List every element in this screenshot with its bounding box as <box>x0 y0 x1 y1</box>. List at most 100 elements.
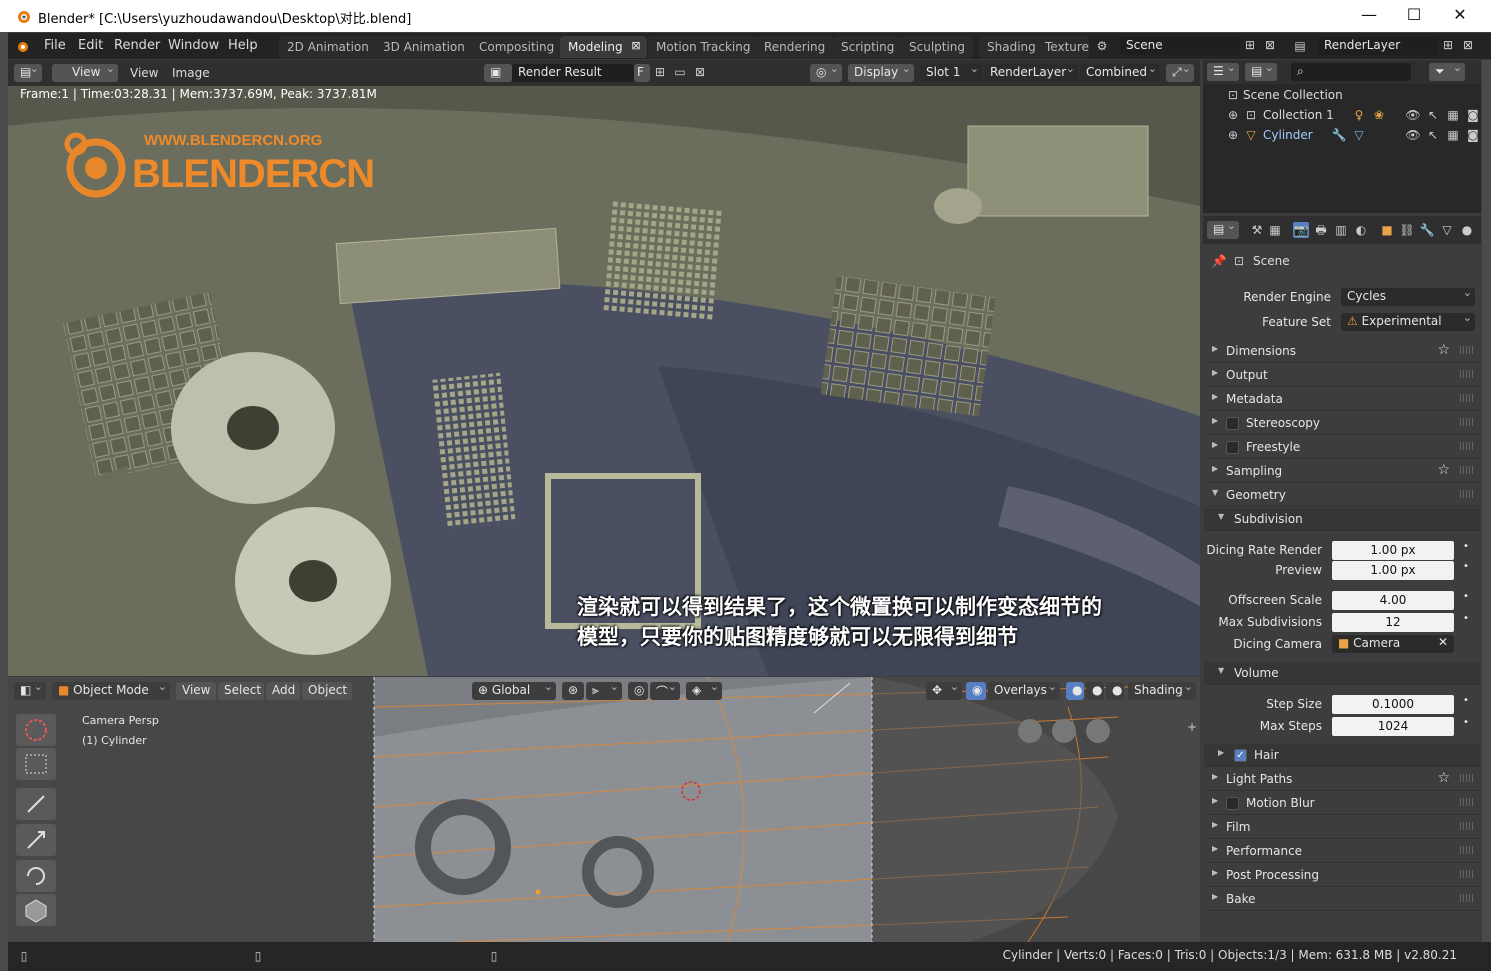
drag-handle-icon[interactable] <box>1460 798 1474 806</box>
view-layer-icon[interactable]: ▤ <box>1292 38 1308 54</box>
tab-3d-animation[interactable]: 3D Animation <box>375 36 473 58</box>
tool-tab-icon[interactable]: ⚒ <box>1249 222 1265 238</box>
render-result-field[interactable]: Render Result <box>512 64 634 82</box>
preset-star-icon[interactable]: ☆ <box>1437 342 1450 358</box>
panel-post-processing[interactable]: ▶ Post Processing <box>1204 864 1480 887</box>
menu-window[interactable]: Window <box>168 38 219 53</box>
viewport-menu-object[interactable]: Object <box>302 682 352 700</box>
drag-handle-icon[interactable] <box>1460 774 1474 782</box>
selectable-icon[interactable]: ↖ <box>1425 107 1441 123</box>
render-disable-icon-2[interactable]: ◙ <box>1465 127 1481 143</box>
selectable-icon-2[interactable]: ↖ <box>1425 127 1441 143</box>
menu-help[interactable]: Help <box>228 38 258 53</box>
slot-dropdown[interactable]: Slot 1 <box>920 64 982 82</box>
minimize-button[interactable]: — <box>1346 4 1392 28</box>
menu-view[interactable]: View <box>130 66 158 80</box>
outliner-type-button[interactable]: ☰ <box>1207 63 1239 81</box>
tab-compositing[interactable]: Compositing <box>471 36 563 58</box>
tab-rendering[interactable]: Rendering <box>756 36 834 58</box>
viewport-menu-view[interactable]: View <box>176 682 216 700</box>
max-steps-field[interactable]: 1024 <box>1332 717 1454 736</box>
select-circle-tool[interactable] <box>16 714 56 746</box>
constraints-tab-icon[interactable]: ⛓ <box>1399 222 1415 238</box>
drag-handle-icon[interactable] <box>1460 442 1474 450</box>
pivot-icon[interactable]: ⊛ <box>562 682 584 700</box>
object-tab-icon[interactable]: ■ <box>1379 222 1395 238</box>
editor-type-3d-button[interactable]: ◧ <box>14 682 46 700</box>
falloff-icon[interactable]: ⌒ <box>650 682 680 700</box>
sidebar-toggle-icon[interactable]: + <box>1184 719 1200 735</box>
move-tool[interactable] <box>16 788 56 820</box>
outliner-collection-1[interactable]: Collection 1 <box>1263 108 1334 122</box>
transform-orientation-dropdown[interactable]: ⊕ Global <box>472 682 556 700</box>
data-tab-icon[interactable]: ▽ <box>1439 222 1455 238</box>
subpanel-volume[interactable]: ▼ Volume <box>1204 662 1480 685</box>
overlays-dropdown[interactable]: Overlays <box>988 682 1060 700</box>
proportional-edit-icon[interactable]: ◎ <box>628 682 648 700</box>
3d-viewport[interactable]: ◧ ■ Object Mode View Select Add Object ⊕… <box>8 677 1200 942</box>
panel-film[interactable]: ▶ Film <box>1204 816 1480 839</box>
material-tab-icon[interactable]: ● <box>1459 222 1475 238</box>
view-menu-button[interactable]: View <box>52 64 118 82</box>
close-tab-icon[interactable]: ⊠ <box>631 39 640 52</box>
rendered-shading-icon[interactable]: ● <box>1106 682 1124 700</box>
tab-modeling[interactable]: Modeling ⊠ <box>560 36 647 58</box>
display-channels-button[interactable]: ⤢ <box>1166 64 1194 82</box>
keyframe-dot-icon[interactable]: • <box>1463 695 1469 706</box>
max-subdivisions-field[interactable]: 12 <box>1332 613 1454 632</box>
dicing-camera-field[interactable]: ■ Camera ✕ <box>1332 635 1454 653</box>
delete-layer-icon[interactable]: ⊠ <box>1460 37 1476 53</box>
shading-dropdown[interactable]: Shading <box>1128 682 1196 700</box>
preset-star-icon[interactable]: ☆ <box>1437 770 1450 786</box>
drag-handle-icon[interactable] <box>1460 394 1474 402</box>
drag-handle-icon[interactable] <box>1460 418 1474 426</box>
panel-freestyle[interactable]: ▶ Freestyle <box>1204 436 1480 459</box>
render-image[interactable]: Frame:1 | Time:03:28.31 | Mem:3737.69M, … <box>8 86 1200 676</box>
drag-handle-icon[interactable] <box>1460 370 1474 378</box>
panel-light-paths[interactable]: ▶ Light Paths ☆ <box>1204 768 1480 791</box>
tab-texture[interactable]: Texture <box>1037 36 1089 58</box>
step-size-field[interactable]: 0.1000 <box>1332 695 1454 714</box>
drag-handle-icon[interactable] <box>1460 346 1474 354</box>
keyframe-dot-icon[interactable]: • <box>1463 561 1469 572</box>
menu-image[interactable]: Image <box>172 66 210 80</box>
expand-cylinder-icon[interactable]: ⊕ <box>1225 127 1241 143</box>
subpanel-hair[interactable]: ▶ ✓ Hair <box>1204 744 1480 767</box>
object-visibility-icon[interactable]: ◈ <box>686 682 722 700</box>
keyframe-dot-icon[interactable]: • <box>1463 717 1469 728</box>
fake-user-button[interactable]: F <box>634 64 650 82</box>
filter-button[interactable]: ⏷ <box>1429 63 1465 81</box>
view-layer-field[interactable]: RenderLayer <box>1318 37 1438 55</box>
dicing-rate-render-field[interactable]: 1.00 px <box>1332 541 1454 560</box>
sample-tool-button[interactable]: ◎ <box>810 64 842 82</box>
unlink-image-icon[interactable]: ⊠ <box>692 64 708 80</box>
expand-collection-icon[interactable]: ⊕ <box>1225 107 1241 123</box>
render-disable-icon[interactable]: ◙ <box>1465 107 1481 123</box>
outliner-search-field[interactable]: ⌕ <box>1291 63 1411 81</box>
stereoscopy-checkbox[interactable] <box>1226 417 1239 430</box>
navigation-gizmo[interactable] <box>1016 717 1120 747</box>
close-button[interactable]: ✕ <box>1437 4 1483 28</box>
drag-handle-icon[interactable] <box>1460 846 1474 854</box>
open-image-icon[interactable]: ▭ <box>672 64 688 80</box>
viewport-disable-icon-2[interactable]: ▦ <box>1445 127 1461 143</box>
new-image-icon[interactable]: ⊞ <box>652 64 668 80</box>
preset-star-icon[interactable]: ☆ <box>1437 462 1450 478</box>
menu-edit[interactable]: Edit <box>78 38 103 53</box>
display-mode-button[interactable]: ▤ <box>1245 63 1277 81</box>
viewport-menu-select[interactable]: Select <box>218 682 264 700</box>
scene-name-field[interactable]: Scene <box>1120 37 1240 55</box>
offscreen-scale-field[interactable]: 4.00 <box>1332 591 1454 610</box>
outliner-cylinder[interactable]: Cylinder <box>1263 128 1313 142</box>
visibility-eye-icon[interactable]: 👁 <box>1405 107 1421 123</box>
transform-tool[interactable] <box>16 824 56 856</box>
new-scene-icon[interactable]: ⊞ <box>1242 37 1258 53</box>
panel-dimensions[interactable]: ▶ Dimensions ☆ <box>1204 340 1480 363</box>
keyframe-dot-icon[interactable]: • <box>1463 541 1469 552</box>
keyframe-dot-icon[interactable]: • <box>1463 591 1469 602</box>
keyframe-dot-icon[interactable]: • <box>1463 613 1469 624</box>
drag-handle-icon[interactable] <box>1460 870 1474 878</box>
subpanel-subdivision[interactable]: ▼ Subdivision <box>1204 508 1480 531</box>
view-layer-tab-icon[interactable]: ▥ <box>1333 222 1349 238</box>
panel-motion-blur[interactable]: ▶ Motion Blur <box>1204 792 1480 815</box>
